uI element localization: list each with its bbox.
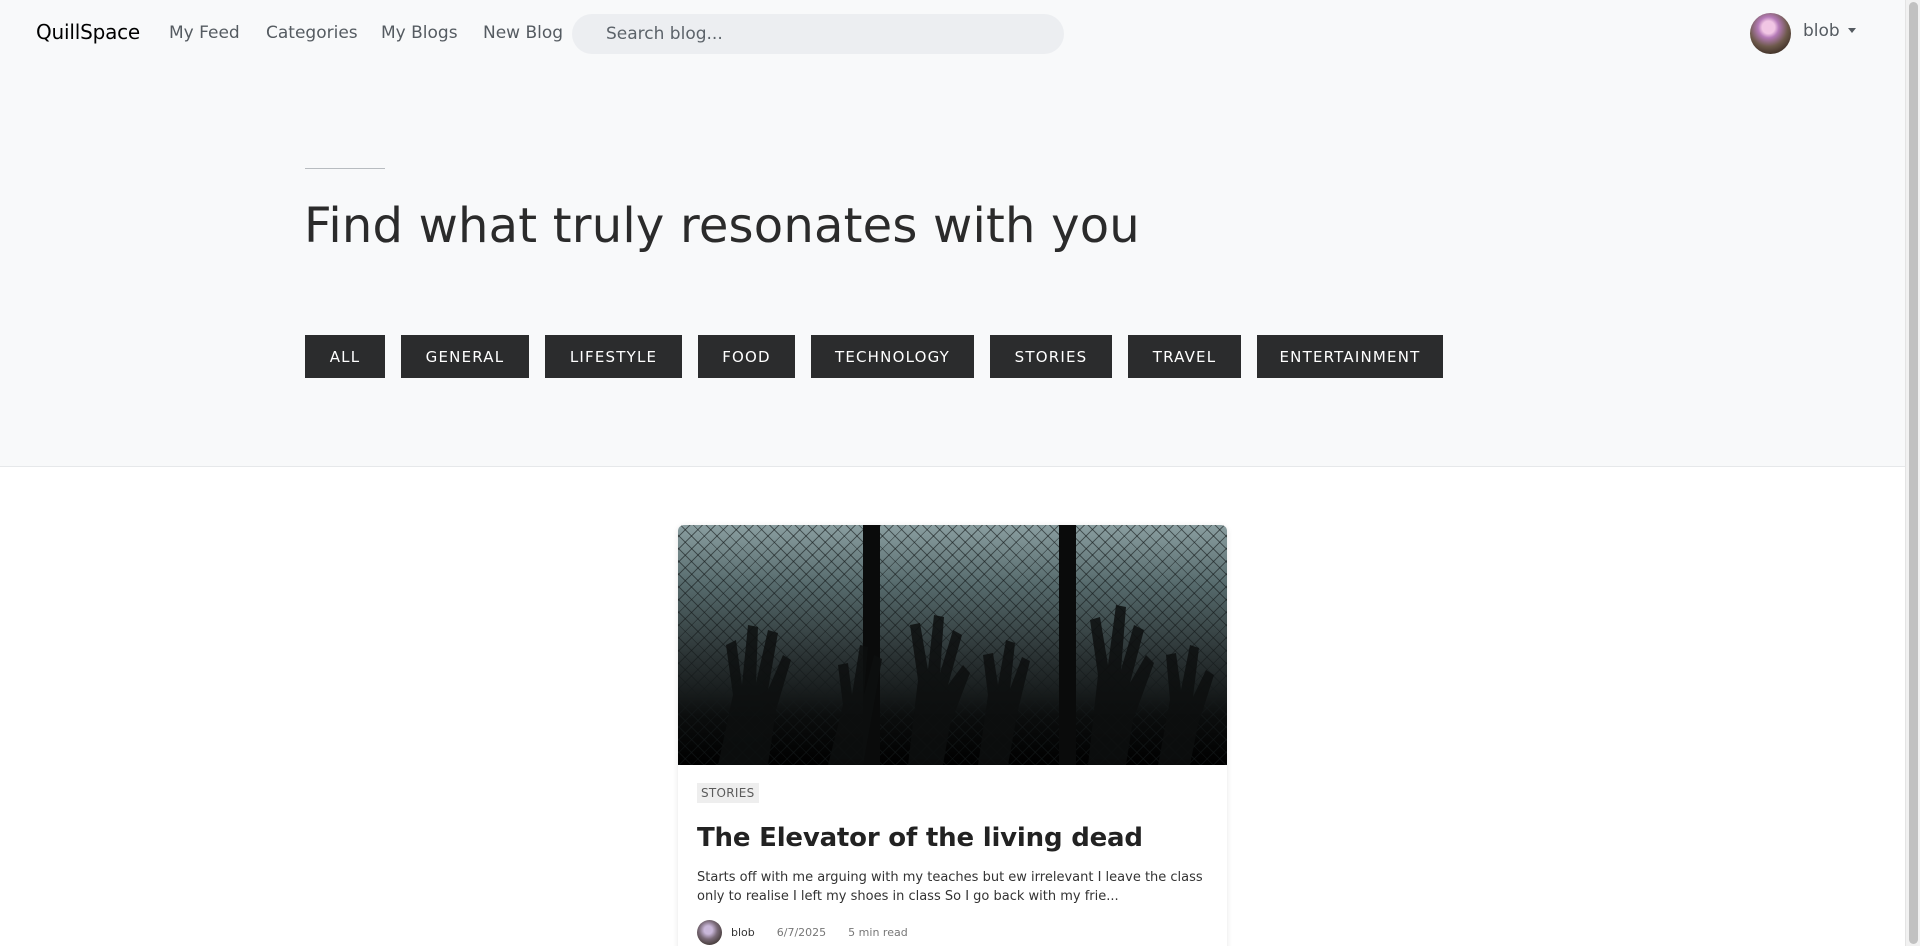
category-button-lifestyle[interactable]: LIFESTYLE	[545, 335, 682, 378]
category-button-entertainment[interactable]: ENTERTAINMENT	[1257, 335, 1443, 378]
category-button-travel[interactable]: TRAVEL	[1128, 335, 1241, 378]
hands-silhouette	[718, 605, 1214, 765]
post-card[interactable]: STORIES The Elevator of the living dead …	[678, 525, 1227, 946]
category-button-all[interactable]: ALL	[305, 335, 385, 378]
category-button-technology[interactable]: TECHNOLOGY	[811, 335, 974, 378]
user-menu[interactable]: blob	[1750, 13, 1856, 54]
author-avatar	[697, 920, 722, 945]
post-cover-image[interactable]	[678, 525, 1227, 765]
user-avatar[interactable]	[1750, 13, 1791, 54]
nav-link-categories[interactable]: Categories	[266, 23, 358, 43]
nav-link-new-blog[interactable]: New Blog	[483, 23, 563, 43]
hero-title: Find what truly resonates with you	[304, 198, 1140, 254]
category-button-food[interactable]: FOOD	[698, 335, 795, 378]
hero-section: Find what truly resonates with you ALL G…	[0, 68, 1905, 467]
user-name[interactable]: blob	[1803, 21, 1840, 41]
post-card-body: STORIES The Elevator of the living dead …	[678, 765, 1227, 945]
hero-divider	[305, 168, 385, 169]
post-author[interactable]: blob	[731, 926, 755, 939]
post-category-tag[interactable]: STORIES	[697, 783, 759, 803]
page: QuillSpace My Feed Categories My Blogs N…	[0, 0, 1920, 946]
category-button-general[interactable]: GENERAL	[401, 335, 529, 378]
post-excerpt: Starts off with me arguing with my teach…	[697, 870, 1203, 904]
post-title[interactable]: The Elevator of the living dead	[697, 823, 1208, 853]
post-date: 6/7/2025	[776, 926, 827, 939]
nav-link-my-blogs[interactable]: My Blogs	[381, 23, 458, 43]
nav-link-my-feed[interactable]: My Feed	[169, 23, 240, 43]
page-scrollbar[interactable]	[1905, 0, 1920, 946]
caret-down-icon[interactable]	[1847, 28, 1856, 33]
search-bar	[572, 14, 1064, 54]
scrollbar-thumb[interactable]	[1909, 2, 1918, 944]
category-button-stories[interactable]: STORIES	[990, 335, 1112, 378]
post-meta: blob 6/7/2025 5 min read	[697, 920, 1208, 945]
search-input[interactable]	[572, 14, 1064, 54]
post-read-time: 5 min read	[848, 926, 908, 939]
navbar: QuillSpace My Feed Categories My Blogs N…	[0, 0, 1905, 68]
brand-logo[interactable]: QuillSpace	[36, 20, 140, 44]
